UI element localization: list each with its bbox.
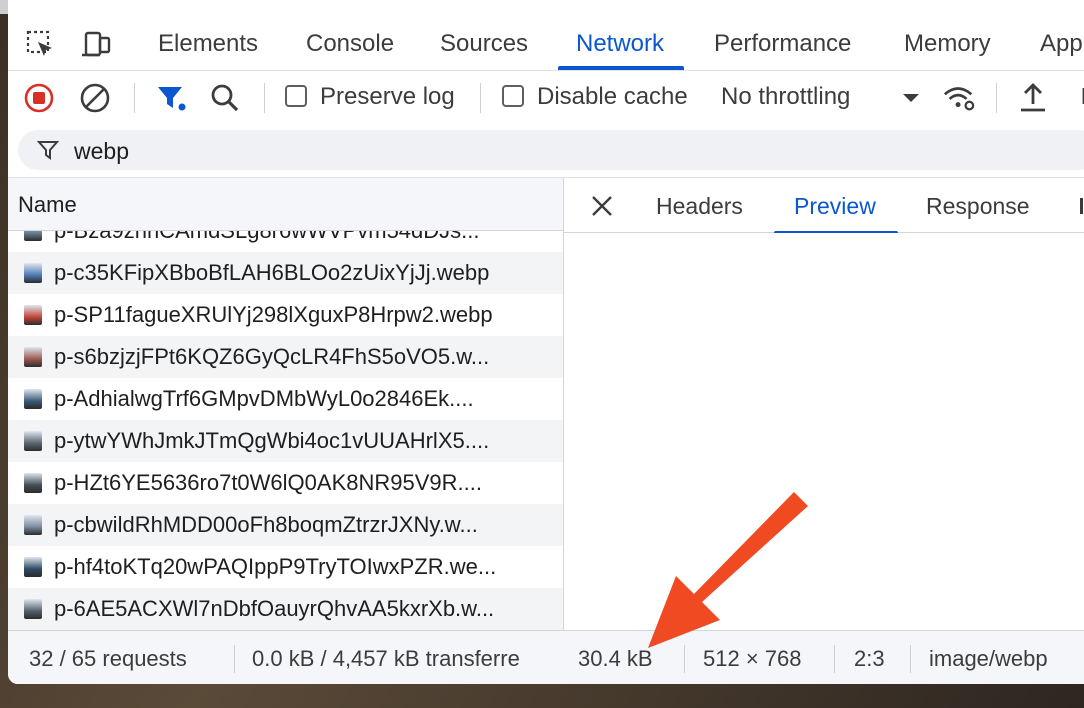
filter-icon[interactable] [154,81,188,115]
request-detail-panel: Headers Preview Response [564,178,1084,630]
request-row[interactable]: p-AdhialwgTrf6GMpvDMbWyL0o2846Ek.... [8,378,563,420]
main-tab-bar: Elements Console Sources Network Perform… [8,14,1084,71]
request-row[interactable]: p-HZt6YE5636ro7t0W6lQ0AK8NR95V9R.... [8,462,563,504]
image-thumbnail [24,431,42,451]
request-row[interactable]: p-Bza9zhhCAmdSLg8r6wWVPvm54dDJs... [8,231,563,252]
preserve-log-checkbox[interactable] [285,85,307,107]
tab-preview[interactable]: Preview [774,178,898,235]
disable-cache-checkbox[interactable] [502,85,524,107]
image-thumbnail [24,599,42,619]
image-thumbnail [24,473,42,493]
export-har-icon[interactable] [1070,81,1084,115]
funnel-icon [36,138,60,167]
request-row[interactable]: p-cbwildRhMDD00oFh8boqmZtrzrJXNy.w... [8,504,563,546]
image-thumbnail [24,231,42,241]
tab-response[interactable]: Response [926,178,1030,234]
record-stop-icon[interactable] [22,81,56,115]
clear-icon[interactable] [78,81,112,115]
tab-memory[interactable]: Memory [904,14,991,70]
request-row[interactable]: p-ytwYWhJmkJTmQgWbi4oc1vUUAHrlX5.... [8,420,563,462]
inspect-icon[interactable] [24,28,56,60]
image-thumbnail [24,305,42,325]
name-column-header[interactable]: Name [8,178,563,231]
network-toolbar: Preserve log Disable cache No throttling [8,71,1084,124]
network-conditions-icon[interactable] [942,81,976,115]
request-name: p-s6bzjzjFPt6KQZ6GyQcLR4FhS5oVO5.w... [54,344,490,369]
tab-console[interactable]: Console [306,14,394,70]
chevron-down-icon[interactable] [894,81,928,115]
devtools-window: Elements Console Sources Network Perform… [8,0,1084,684]
detail-tab-bar: Headers Preview Response [564,178,1084,235]
search-icon[interactable] [208,81,242,115]
resource-size: 30.4 kB [578,646,653,671]
request-row[interactable]: p-hf4toKTq20wPAQIppP9TryTOIwxPZR.we... [8,546,563,588]
request-name: p-hf4toKTq20wPAQIppP9TryTOIwxPZR.we... [54,554,497,579]
mime-type: image/webp [929,646,1048,671]
image-dimensions: 512 × 768 [703,646,802,671]
filter-bar: webp [8,123,1084,178]
image-thumbnail [24,263,42,283]
request-row[interactable]: p-SP11fagueXRUlYj298lXguxP8Hrpw2.webp [8,294,563,336]
status-bar: 32 / 65 requests 0.0 kB / 4,457 kB trans… [8,630,1084,684]
request-name: p-c35KFipXBboBfLAH6BLOo2zUixYjJj.webp [54,260,490,285]
request-list-panel: Name p-Bza9zhhCAmdSLg8r6wWVPvm54dDJs...p… [8,178,564,630]
close-icon[interactable] [586,190,618,222]
preserve-log-label[interactable]: Preserve log [320,71,455,123]
request-row[interactable]: p-c35KFipXBboBfLAH6BLOo2zUixYjJj.webp [8,252,563,294]
tab-application[interactable]: App [1040,14,1083,70]
device-toolbar-icon[interactable] [80,28,112,60]
tab-performance[interactable]: Performance [714,14,851,70]
request-name: p-HZt6YE5636ro7t0W6lQ0AK8NR95V9R.... [54,470,482,495]
request-name: p-AdhialwgTrf6GMpvDMbWyL0o2846Ek.... [54,386,474,411]
request-name: p-ytwYWhJmkJTmQgWbi4oc1vUUAHrlX5.... [54,428,490,453]
request-row[interactable]: p-s6bzjzjFPt6KQZ6GyQcLR4FhS5oVO5.w... [8,336,563,378]
request-name: p-6AE5ACXWl7nDbfOauyrQhvAA5kxrXb.w... [54,596,495,621]
image-thumbnail [24,557,42,577]
tab-headers[interactable]: Headers [656,178,743,234]
filter-input[interactable]: webp [18,130,1084,170]
image-thumbnail [24,389,42,409]
tab-sources[interactable]: Sources [440,14,528,70]
aspect-ratio: 2:3 [854,646,885,671]
tab-overflow-edge [1080,198,1083,214]
transferred-size: 0.0 kB / 4,457 kB transferre [252,646,520,671]
image-thumbnail [24,347,42,367]
request-row[interactable]: p-6AE5ACXWl7nDbfOauyrQhvAA5kxrXb.w... [8,588,563,630]
image-thumbnail [24,515,42,535]
tab-elements[interactable]: Elements [158,14,258,70]
tab-network[interactable]: Network [557,14,685,70]
throttling-select[interactable]: No throttling [721,71,850,123]
import-har-icon[interactable] [1016,81,1050,115]
request-name: p-Bza9zhhCAmdSLg8r6wWVPvm54dDJs... [54,231,480,252]
filter-value[interactable]: webp [74,130,129,172]
preview-area [564,233,1084,630]
request-name: p-SP11fagueXRUlYj298lXguxP8Hrpw2.webp [54,302,493,327]
request-count: 32 / 65 requests [29,646,187,671]
request-name: p-cbwildRhMDD00oFh8boqmZtrzrJXNy.w... [54,512,478,537]
request-rows: p-Bza9zhhCAmdSLg8r6wWVPvm54dDJs... p-c35K… [8,231,563,630]
disable-cache-label[interactable]: Disable cache [537,71,688,123]
